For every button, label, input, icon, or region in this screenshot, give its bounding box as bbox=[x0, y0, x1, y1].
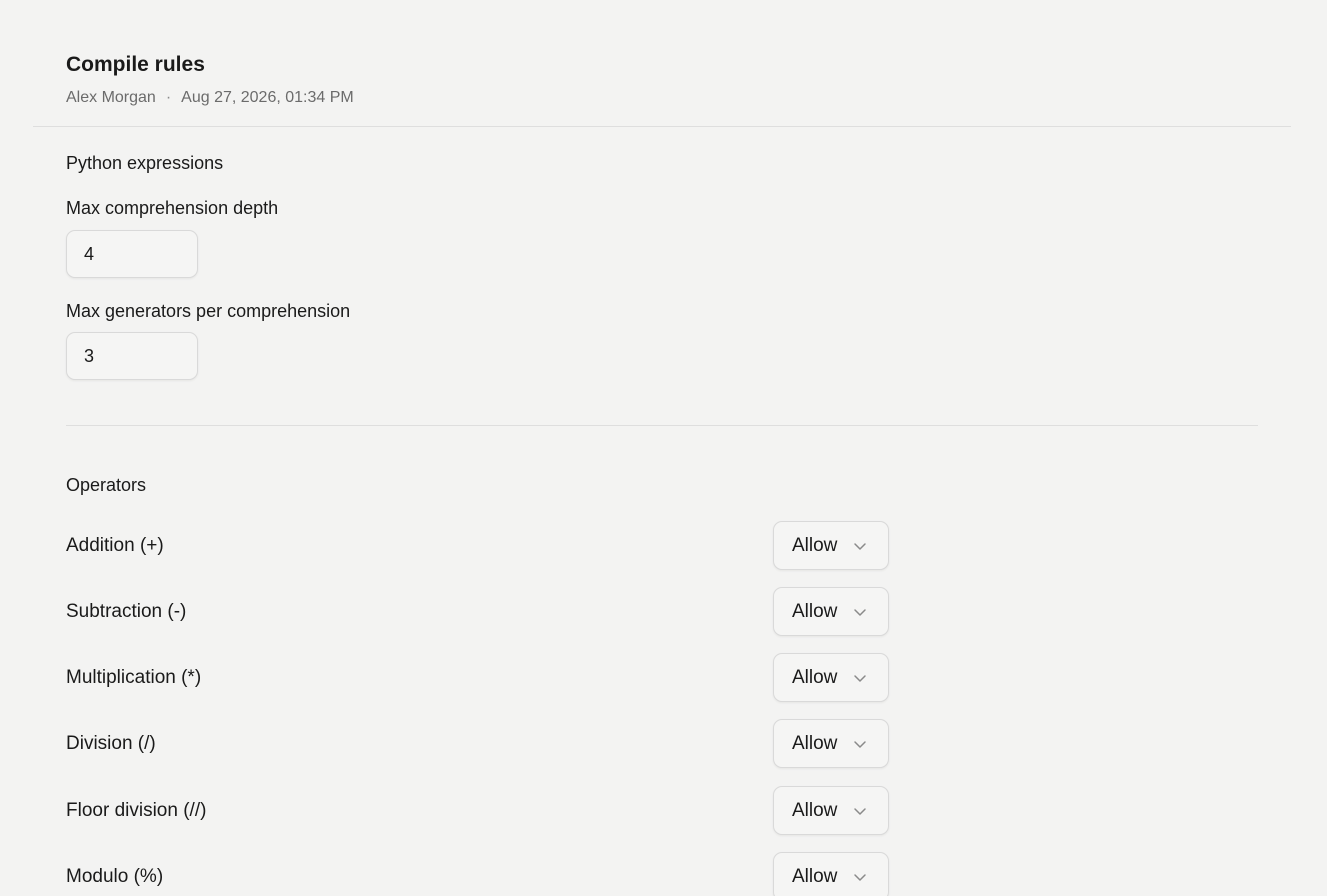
operator-label: Addition (+) bbox=[66, 535, 164, 556]
select-value: Allow bbox=[792, 799, 838, 821]
page-title: Compile rules bbox=[66, 53, 205, 76]
operator-row-floor-division: Floor division (//) Allow bbox=[66, 786, 896, 836]
operator-row-addition: Addition (+) Allow bbox=[66, 521, 896, 571]
chevron-down-icon bbox=[854, 874, 866, 881]
multiplication-select[interactable]: Allow bbox=[773, 653, 889, 702]
select-value: Allow bbox=[792, 865, 838, 887]
operator-label: Division (/) bbox=[66, 733, 156, 754]
operator-row-subtraction: Subtraction (-) Allow bbox=[66, 587, 896, 637]
author-name: Alex Morgan bbox=[66, 89, 156, 106]
operator-label: Modulo (%) bbox=[66, 866, 164, 887]
compile-rules-page: Compile rules Alex Morgan · Aug 27, 2026, … bbox=[0, 0, 1327, 896]
operator-row-modulo: Modulo (%) Allow bbox=[66, 852, 896, 896]
modulo-select[interactable]: Allow bbox=[773, 852, 889, 896]
chevron-down-icon bbox=[854, 609, 866, 616]
select-value: Allow bbox=[792, 666, 838, 688]
operator-label: Floor division (//) bbox=[66, 800, 207, 821]
page-meta: Alex Morgan · Aug 27, 2026, 01:34 PM bbox=[66, 88, 354, 108]
addition-select[interactable]: Allow bbox=[773, 521, 889, 570]
section-title-operators: Operators bbox=[66, 475, 147, 495]
chevron-down-icon bbox=[854, 543, 866, 550]
chevron-down-icon bbox=[854, 675, 866, 682]
operator-label: Multiplication (*) bbox=[66, 667, 202, 688]
chevron-down-icon bbox=[854, 808, 866, 815]
operator-row-multiplication: Multiplication (*) Allow bbox=[66, 653, 896, 703]
select-value: Allow bbox=[792, 534, 838, 556]
timestamp: Aug 27, 2026, 01:34 PM bbox=[181, 89, 354, 106]
section-title-python-expressions: Python expressions bbox=[66, 153, 224, 173]
select-value: Allow bbox=[792, 732, 838, 754]
operator-label: Subtraction (-) bbox=[66, 601, 187, 622]
operator-row-division: Division (/) Allow bbox=[66, 719, 896, 769]
division-select[interactable]: Allow bbox=[773, 719, 889, 768]
header-divider bbox=[33, 126, 1291, 127]
meta-separator: · bbox=[165, 89, 172, 106]
floor-division-select[interactable]: Allow bbox=[773, 786, 889, 835]
max-generators-label: Max generators per comprehension bbox=[66, 301, 351, 321]
subtraction-select[interactable]: Allow bbox=[773, 587, 889, 636]
max-comprehension-depth-label: Max comprehension depth bbox=[66, 198, 279, 218]
select-value: Allow bbox=[792, 600, 838, 622]
chevron-down-icon bbox=[854, 741, 866, 748]
page-header: Compile rules Alex Morgan · Aug 27, 2026, … bbox=[66, 52, 354, 108]
section-divider bbox=[66, 425, 1258, 426]
max-generators-input[interactable] bbox=[66, 332, 198, 380]
max-comprehension-depth-input[interactable] bbox=[66, 230, 198, 278]
